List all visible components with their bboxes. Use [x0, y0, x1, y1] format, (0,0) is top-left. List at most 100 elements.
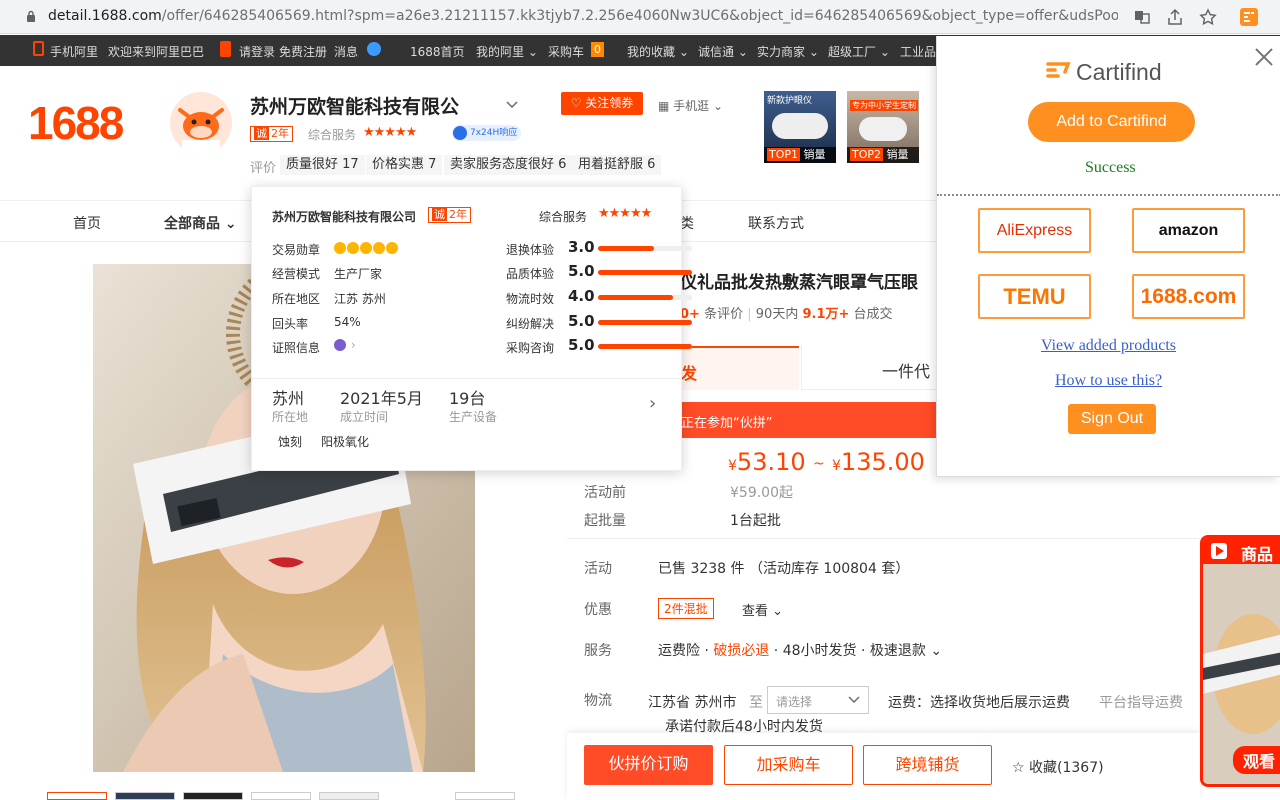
score-bar	[598, 246, 692, 251]
follow-coupon-button[interactable]: ♡ 关注领券	[561, 92, 643, 115]
thumb-2[interactable]	[115, 792, 175, 800]
popup-service-stars: ★★★★★	[598, 206, 652, 221]
industrial-link[interactable]: 工业品	[900, 43, 936, 60]
thumb-5[interactable]	[319, 792, 379, 800]
nav-category[interactable]: 类	[680, 213, 694, 233]
logistics-to: 至	[749, 695, 763, 711]
url-text[interactable]: detail.1688.com/offer/646285406569.html?…	[48, 8, 1118, 24]
bookmark-star-icon[interactable]	[1199, 8, 1217, 26]
how-to-use-link[interactable]: How to use this?	[1055, 372, 1162, 390]
mobile-browse-link[interactable]: ▦ 手机逛 ⌄	[658, 97, 723, 114]
years-badge: 诚 2年	[250, 126, 293, 142]
1688-link[interactable]: 1688.com	[1132, 274, 1245, 319]
discount-tag[interactable]: 2件混批	[658, 598, 714, 619]
score-bar	[598, 270, 692, 275]
watch-button[interactable]: 观看	[1233, 746, 1280, 774]
sign-out-button[interactable]: Sign Out	[1068, 404, 1156, 434]
amazon-link[interactable]: amazon	[1132, 208, 1245, 253]
thumb-4[interactable]	[251, 792, 311, 800]
nav-home[interactable]: 首页	[73, 213, 101, 233]
welcome-text: 欢迎来到阿里巴巴	[108, 45, 205, 59]
popup-company: 苏州万欧智能科技有限公司	[272, 210, 417, 224]
discount-view-link[interactable]: 查看 ⌄	[742, 600, 783, 619]
thumb-3[interactable]	[183, 792, 243, 800]
view-added-products-link[interactable]: View added products	[1041, 337, 1176, 355]
purchase-action-bar: 伙拼价订购 加采购车 跨境铺货 ☆ 收藏(1367)	[567, 733, 1200, 800]
product-stats: 0+ 条评价 | 90天内 9.1万+ 台成交	[680, 307, 893, 322]
thumb-6[interactable]	[455, 792, 515, 800]
label-logistics-exp: 物流时效	[506, 292, 555, 306]
share-icon[interactable]	[1166, 8, 1184, 26]
before-price-label: 活动前	[584, 485, 626, 501]
chevron-right-icon[interactable]: ›	[649, 393, 656, 414]
messages-link[interactable]: 消息	[334, 43, 358, 60]
favorite-button[interactable]: ☆ 收藏(1367)	[1012, 757, 1104, 777]
score-bar-fill	[598, 270, 692, 275]
score-value: 5.0	[568, 312, 595, 330]
browser-address-bar[interactable]: detail.1688.com/offer/646285406569.html?…	[0, 0, 1280, 34]
eye-massager-image	[772, 113, 828, 139]
product-video-widget[interactable]: 商品 观看	[1200, 535, 1280, 787]
user-icon	[220, 41, 231, 57]
register-link[interactable]: 免费注册	[279, 43, 327, 60]
add-to-cartifind-button[interactable]: Add to Cartifind	[1028, 102, 1195, 142]
score-bar-fill	[598, 320, 692, 325]
nav-all-products[interactable]: 全部商品 ⌄	[164, 213, 237, 233]
shop-name[interactable]: 苏州万欧智能科技有限公	[250, 92, 459, 119]
power-merchant-link[interactable]: 实力商家 ⌄	[757, 43, 819, 60]
translate-icon[interactable]	[1133, 8, 1151, 26]
response-badge: 7x24H响应	[452, 125, 522, 141]
score-bar-fill	[598, 246, 655, 251]
chevron-right-icon[interactable]: ›	[351, 338, 356, 352]
ad-thumb-top1[interactable]: 新款护眼仪 TOP1 销量	[764, 91, 836, 163]
cartifind-brand: Cartifind	[1076, 59, 1162, 85]
destination-select[interactable]: 请选择	[767, 686, 869, 714]
eval-tag-quality[interactable]: 质量很好 17	[280, 155, 365, 175]
label-region: 所在地区	[272, 292, 321, 306]
super-factory-link[interactable]: 超级工厂 ⌄	[828, 43, 890, 60]
platform-freight-guide[interactable]: 平台指导运费	[1099, 692, 1183, 712]
license-icon[interactable]	[334, 339, 346, 351]
tab-dropship[interactable]: 一件代	[801, 346, 937, 390]
cart-link[interactable]: 采购车	[548, 43, 584, 60]
eye-massager-image-2	[859, 117, 907, 141]
popup-equipment: 19台	[449, 389, 486, 408]
score-value: 3.0	[568, 238, 595, 256]
thumb-1[interactable]	[47, 792, 107, 800]
my-ali-link[interactable]: 我的阿里 ⌄	[476, 43, 538, 60]
aliexpress-link[interactable]: AliExpress	[978, 208, 1091, 253]
ad2-title: 专为中小学生定制	[850, 100, 918, 111]
login-link[interactable]: 请登录	[239, 43, 275, 60]
shop-avatar[interactable]	[170, 92, 232, 154]
chat-icon[interactable]	[367, 42, 381, 56]
close-icon[interactable]	[1254, 47, 1274, 67]
eval-tag-comfort[interactable]: 用着挺舒服 6	[572, 155, 662, 175]
service-stars: ★★★★★	[363, 125, 417, 140]
label-dispute-exp: 纠纷解决	[506, 317, 555, 331]
popup-tag-etching: 蚀刻	[278, 435, 303, 449]
nav-contact[interactable]: 联系方式	[748, 213, 804, 233]
label-return-rate: 回头率	[272, 317, 309, 331]
add-to-cart-button[interactable]: 加采购车	[724, 745, 853, 785]
buy-now-button[interactable]: 伙拼价订购	[584, 745, 713, 785]
chevron-down-icon	[848, 696, 860, 703]
eval-tag-service[interactable]: 卖家服务态度很好 6	[444, 155, 573, 175]
chevron-down-icon[interactable]	[505, 100, 519, 110]
temu-link[interactable]: TEMU	[978, 274, 1091, 319]
popup-years-badge: 诚 2年	[428, 207, 471, 223]
ad-thumb-top2[interactable]: 专为中小学生定制 TOP2 销量	[847, 91, 919, 163]
chengxin-link[interactable]: 诚信通 ⌄	[698, 43, 748, 60]
cart-count-badge: 0	[591, 42, 604, 57]
home-1688-link[interactable]: 1688首页	[410, 43, 465, 60]
popup-service-label: 综合服务	[539, 210, 588, 224]
mobile-ali-link[interactable]: 手机阿里	[50, 43, 98, 60]
cartifind-extension-icon[interactable]	[1240, 8, 1258, 26]
favorites-link[interactable]: 我的收藏 ⌄	[627, 43, 689, 60]
site-logo[interactable]: 1688	[28, 96, 124, 150]
service-label: 综合服务	[308, 128, 357, 142]
eval-tag-price[interactable]: 价格实惠 7	[366, 155, 443, 175]
popup-location: 苏州	[272, 389, 305, 408]
price-separator: ~	[813, 456, 825, 472]
ad1-rank: TOP1 销量	[764, 147, 836, 163]
cross-border-button[interactable]: 跨境铺货	[863, 745, 992, 785]
